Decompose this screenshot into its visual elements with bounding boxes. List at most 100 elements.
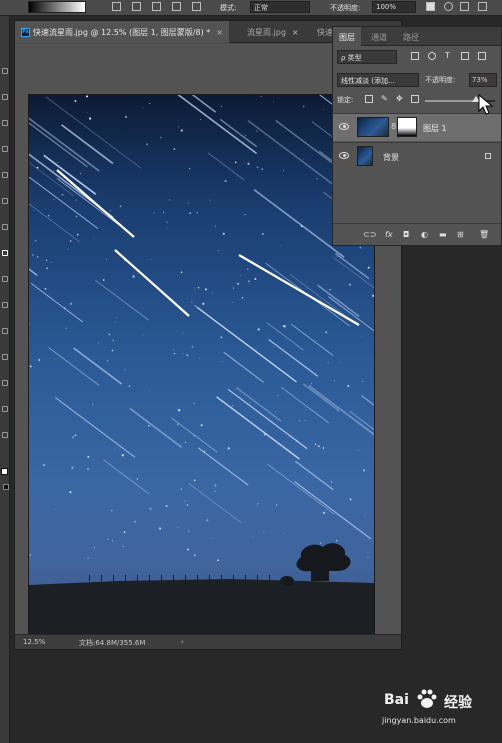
document-size-info: 文档:64.8M/355.6M bbox=[79, 639, 146, 647]
mode-label: 模式: bbox=[220, 4, 237, 12]
tab-paths[interactable]: 路径 bbox=[397, 27, 425, 46]
mask-icon[interactable]: ◘ bbox=[403, 230, 409, 239]
star bbox=[299, 420, 301, 422]
opacity-field[interactable]: 100% bbox=[372, 1, 416, 13]
new-layer-icon[interactable]: ⊞ bbox=[457, 230, 464, 239]
reverse-checkbox[interactable] bbox=[426, 2, 435, 11]
star bbox=[93, 237, 95, 239]
layer-thumbnail[interactable] bbox=[357, 117, 389, 137]
filter-kind-select[interactable]: ρ 类型 bbox=[337, 50, 397, 64]
fence-post bbox=[245, 575, 246, 581]
radial-gradient-icon[interactable] bbox=[132, 2, 141, 11]
marquee-tool[interactable] bbox=[2, 94, 8, 100]
fence-post bbox=[125, 575, 126, 581]
fx-icon[interactable]: fx bbox=[385, 230, 393, 239]
zoom-level[interactable]: 12.5% bbox=[23, 638, 45, 646]
eyedropper-tool[interactable] bbox=[2, 198, 8, 204]
type-filter-icon[interactable]: T bbox=[445, 52, 453, 60]
history-brush-tool[interactable] bbox=[2, 328, 8, 334]
foreground-color-swatch[interactable] bbox=[1, 468, 8, 475]
diamond-gradient-icon[interactable] bbox=[192, 2, 201, 11]
angle-gradient-icon[interactable] bbox=[152, 2, 161, 11]
adjustment-filter-icon[interactable] bbox=[428, 52, 436, 60]
pen-tool[interactable] bbox=[2, 406, 8, 412]
tab-layers[interactable]: 图层 bbox=[333, 27, 361, 46]
tab-label: 快速 bbox=[317, 28, 333, 37]
workspace-icon[interactable] bbox=[478, 2, 487, 11]
layer-name[interactable]: 图层 1 bbox=[423, 123, 447, 134]
star bbox=[149, 507, 152, 510]
smart-object-filter-icon[interactable] bbox=[478, 52, 486, 60]
clone-stamp-tool[interactable] bbox=[2, 302, 8, 308]
layer-row-background[interactable]: 背景 bbox=[333, 142, 501, 170]
meteor-trail bbox=[328, 296, 374, 332]
tab-meteor-document[interactable]: 流星雨.jpg × bbox=[241, 21, 305, 43]
status-menu-arrow[interactable]: › bbox=[181, 638, 184, 646]
shape-filter-icon[interactable] bbox=[461, 52, 469, 60]
gradient-picker[interactable] bbox=[28, 1, 86, 13]
star bbox=[114, 449, 116, 450]
pixel-filter-icon[interactable] bbox=[411, 52, 419, 60]
eraser-tool[interactable] bbox=[2, 354, 8, 360]
star bbox=[247, 280, 250, 283]
folder-icon[interactable]: ▬ bbox=[439, 230, 447, 239]
star bbox=[85, 95, 89, 98]
layer-row-layer-1[interactable]: 8 图层 1 bbox=[333, 113, 501, 141]
blend-mode-select[interactable]: 线性减淡 (添加... bbox=[337, 73, 419, 87]
star bbox=[182, 352, 184, 354]
lock-position-icon[interactable]: ✥ bbox=[396, 95, 404, 103]
link-icon[interactable]: ⊂⊃ bbox=[363, 230, 376, 239]
quick-select-tool[interactable] bbox=[2, 146, 8, 152]
tab-channels[interactable]: 通道 bbox=[365, 27, 393, 46]
layer-name[interactable]: 背景 bbox=[383, 152, 399, 163]
adjustment-icon[interactable]: ◐ bbox=[421, 230, 428, 239]
star bbox=[76, 233, 79, 236]
star bbox=[142, 334, 144, 336]
lock-transparency-icon[interactable] bbox=[365, 95, 373, 103]
background-color-swatch[interactable] bbox=[3, 484, 9, 490]
star bbox=[331, 481, 333, 483]
star bbox=[65, 327, 67, 329]
brush-tool[interactable] bbox=[2, 276, 8, 282]
trash-icon[interactable]: 🗑 bbox=[479, 230, 489, 239]
gradient-tool[interactable] bbox=[2, 250, 8, 256]
healing-tool[interactable] bbox=[2, 224, 8, 230]
star bbox=[247, 268, 249, 270]
star bbox=[38, 359, 41, 361]
star bbox=[211, 292, 213, 294]
crop-tool[interactable] bbox=[2, 172, 8, 178]
meteor-trail bbox=[227, 388, 308, 450]
mode-select[interactable]: 正常 bbox=[250, 1, 310, 13]
blur-tool[interactable] bbox=[2, 380, 8, 386]
close-icon[interactable]: × bbox=[292, 28, 299, 37]
watermark-url: jingyan.baidu.com bbox=[382, 716, 456, 725]
type-tool[interactable] bbox=[2, 432, 8, 438]
star bbox=[359, 247, 362, 249]
layer-thumbnail[interactable] bbox=[357, 146, 373, 166]
search-icon[interactable] bbox=[460, 2, 469, 11]
image-canvas[interactable] bbox=[28, 94, 375, 649]
eye-icon[interactable] bbox=[339, 152, 349, 159]
eye-icon[interactable] bbox=[339, 123, 349, 130]
tab-current-document[interactable]: Ps 快速流星雨.jpg @ 12.5% (图层 1, 图层蒙版/8) * × bbox=[15, 21, 229, 43]
star bbox=[189, 212, 192, 215]
layer-opacity-field[interactable]: 73% bbox=[469, 73, 497, 87]
lasso-tool[interactable] bbox=[2, 120, 8, 126]
close-icon[interactable]: × bbox=[216, 28, 223, 37]
layers-panel: 图层 通道 路径 ρ 类型 T 线性减淡 (添加... 不透明度: 73% 锁定… bbox=[332, 26, 502, 246]
tab-label: 流星雨.jpg bbox=[247, 28, 286, 37]
layer-mask-thumbnail[interactable] bbox=[397, 117, 417, 137]
dither-icon[interactable] bbox=[444, 2, 453, 11]
lock-artboard-icon[interactable] bbox=[411, 95, 419, 103]
lock-brush-icon[interactable]: ✎ bbox=[381, 95, 389, 103]
move-tool[interactable] bbox=[2, 68, 8, 74]
meteor-trail bbox=[294, 460, 334, 491]
star bbox=[165, 505, 168, 507]
star bbox=[53, 170, 54, 172]
star bbox=[244, 213, 246, 216]
linear-gradient-icon[interactable] bbox=[112, 2, 121, 11]
link-icon[interactable]: 8 bbox=[391, 122, 396, 131]
star bbox=[46, 259, 48, 261]
reflected-gradient-icon[interactable] bbox=[172, 2, 181, 11]
mouse-cursor-icon bbox=[478, 94, 494, 115]
